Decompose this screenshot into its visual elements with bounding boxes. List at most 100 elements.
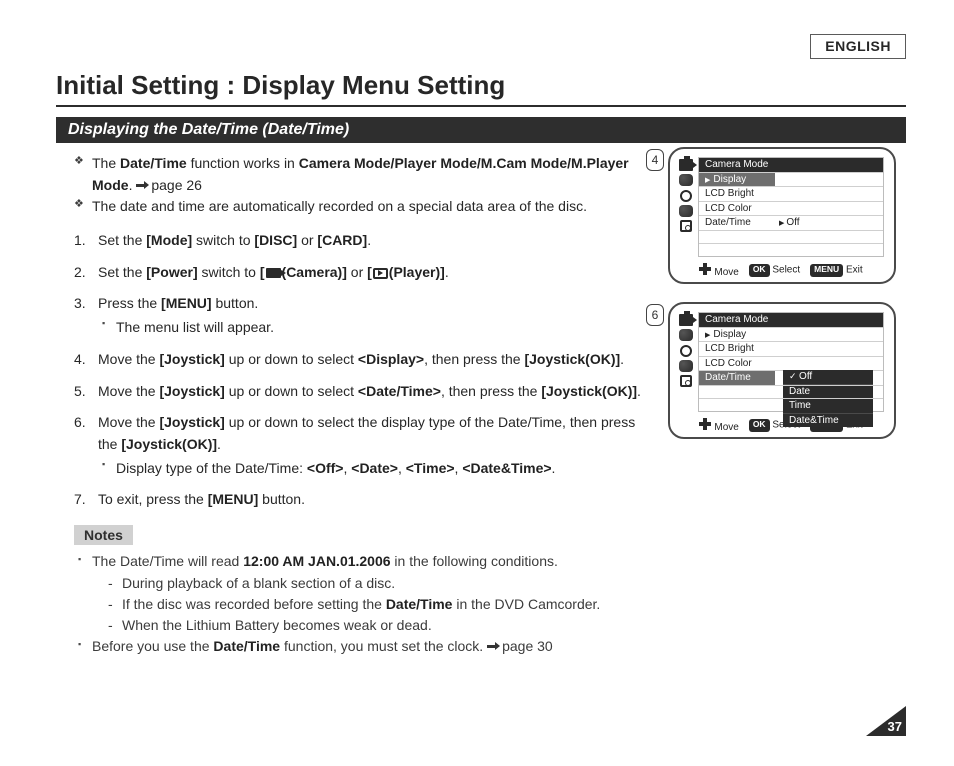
bold: [Joystick]	[159, 351, 224, 367]
page-title: Initial Setting : Display Menu Setting	[56, 34, 906, 107]
bold: (Player)]	[389, 264, 445, 280]
bold: [CARD]	[317, 232, 367, 248]
text: .	[620, 351, 624, 367]
screen-icon-column	[678, 157, 694, 257]
note-subitem: When the Lithium Battery becomes weak or…	[108, 615, 650, 636]
legend-text: Select	[772, 264, 800, 275]
settings-icon	[680, 345, 692, 357]
menu-item-selected: Display	[699, 172, 775, 187]
text: Set the	[98, 232, 146, 248]
menu-panel: Camera Mode Display LCD Bright LCD Color…	[698, 157, 884, 257]
note-item: The Date/Time will read 12:00 AM JAN.01.…	[78, 551, 650, 636]
menu-item: LCD Color	[699, 356, 775, 371]
page-ref-arrow-icon	[487, 642, 500, 651]
text: Display type of the Date/Time:	[116, 460, 307, 476]
text: , then press the	[424, 351, 524, 367]
mode-icon	[679, 329, 693, 341]
page-ref: page 30	[502, 638, 553, 654]
notes-list: The Date/Time will read 12:00 AM JAN.01.…	[78, 551, 650, 657]
text: switch to	[192, 232, 254, 248]
ok-badge-icon: OK	[749, 419, 770, 432]
text: To exit, press the	[98, 491, 208, 507]
bold: Date/Time	[213, 638, 280, 654]
callout-6: 6 Camera Mode Display LC	[668, 302, 906, 439]
sub-item: Display type of the Date/Time: <Off>, <D…	[102, 458, 650, 480]
intro-list: The Date/Time function works in Camera M…	[74, 153, 650, 218]
step-item: Move the [Joystick] up or down to select…	[74, 349, 650, 371]
legend-text: Move	[714, 267, 738, 278]
bold: <Time>	[406, 460, 455, 476]
note-item: Before you use the Date/Time function, y…	[78, 636, 650, 658]
bold: [Joystick(OK)]	[121, 436, 217, 452]
page-number: 37	[888, 719, 902, 734]
text: or	[297, 232, 317, 248]
note-subitem: During playback of a blank section of a …	[108, 573, 650, 594]
screen-illustration: Camera Mode Display LCD Bright LCD Color…	[668, 147, 896, 284]
bold: [Joystick]	[159, 414, 224, 430]
page-ref: page 26	[151, 177, 202, 193]
text: .	[445, 264, 449, 280]
page-ref-arrow-icon	[136, 181, 149, 190]
bold: [Power]	[146, 264, 197, 280]
text: Move the	[98, 351, 159, 367]
manual-page: ENGLISH Initial Setting : Display Menu S…	[0, 0, 954, 766]
legend: Move OK Select MENU Exit	[678, 263, 884, 279]
bold: [Joystick(OK)]	[524, 351, 620, 367]
step-item: To exit, press the [MENU] button.	[74, 489, 650, 511]
intro-item: The Date/Time function works in Camera M…	[74, 153, 650, 196]
menu-header: Camera Mode	[699, 313, 883, 327]
submenu-option-current: Off	[783, 370, 873, 384]
disc-icon	[680, 220, 692, 232]
bold: [Joystick(OK)]	[541, 383, 637, 399]
text: function, you must set the clock.	[280, 638, 487, 654]
callout-number: 6	[646, 304, 664, 326]
mode-icon	[679, 360, 693, 372]
text: Press the	[98, 295, 161, 311]
bold: <Date/Time>	[358, 383, 441, 399]
text: switch to	[198, 264, 260, 280]
bold: <Date>	[351, 460, 398, 476]
text: Before you use the	[92, 638, 213, 654]
text: , then press the	[441, 383, 541, 399]
bold: [	[260, 264, 265, 280]
menu-header: Camera Mode	[699, 158, 883, 172]
section-title-bar: Displaying the Date/Time (Date/Time)	[56, 117, 906, 143]
bold: (Camera)]	[282, 264, 347, 280]
bold: [MENU]	[208, 491, 259, 507]
menu-panel: Camera Mode Display LCD Bright LCD Color…	[698, 312, 884, 412]
page-number-flag: 37	[866, 706, 906, 736]
bold: [	[367, 264, 372, 280]
text: up or down to select	[225, 351, 358, 367]
text: button.	[258, 491, 305, 507]
mode-icon	[679, 174, 693, 186]
mode-icon	[679, 205, 693, 217]
text: If the disc was recorded before setting …	[122, 596, 386, 612]
menu-item: LCD Color	[699, 201, 775, 216]
move-icon	[699, 418, 711, 430]
camera-icon	[266, 268, 281, 278]
notes-label: Notes	[74, 525, 133, 545]
main-column: The Date/Time function works in Camera M…	[56, 143, 650, 657]
side-column: 4 Camera Mode Display LC	[668, 143, 906, 657]
text: or	[347, 264, 367, 280]
text: Set the	[98, 264, 146, 280]
bold: 12:00 AM JAN.01.2006	[243, 553, 390, 569]
screen-illustration: Camera Mode Display LCD Bright LCD Color…	[668, 302, 896, 439]
menu-item-selected: Date/Time	[699, 370, 775, 385]
bold: [DISC]	[254, 232, 297, 248]
bold: [MENU]	[161, 295, 212, 311]
legend-text: Move	[714, 422, 738, 433]
menu-item: Date/Time	[699, 215, 775, 230]
move-icon	[699, 263, 711, 275]
step-item: Set the [Mode] switch to [DISC] or [CARD…	[74, 230, 650, 252]
bold: [Mode]	[146, 232, 192, 248]
text: in the following conditions.	[391, 553, 558, 569]
menu-value: Off	[775, 215, 883, 230]
legend-text: Exit	[846, 264, 863, 275]
settings-icon	[680, 190, 692, 202]
text: in the DVD Camcorder.	[452, 596, 600, 612]
text: .	[552, 460, 556, 476]
callout-4: 4 Camera Mode Display LC	[668, 147, 906, 284]
callout-number: 4	[646, 149, 664, 171]
player-icon	[373, 268, 388, 279]
